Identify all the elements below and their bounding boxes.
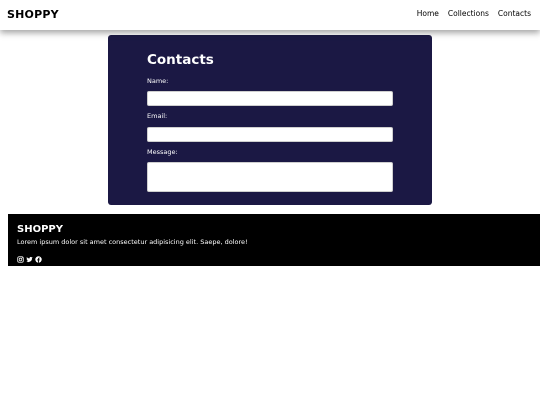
email-input[interactable] (147, 127, 393, 142)
contact-title: Contacts (147, 52, 214, 68)
nav-link-collections[interactable]: Collections (448, 9, 489, 18)
nav-link-home[interactable]: Home (417, 9, 439, 18)
facebook-icon[interactable] (35, 248, 42, 263)
email-label: Email: (147, 112, 168, 120)
message-textarea[interactable] (147, 162, 393, 192)
social-icons (17, 248, 42, 263)
name-input[interactable] (147, 91, 393, 106)
message-label: Message: (147, 148, 178, 156)
footer-brand: SHOPPY (17, 224, 63, 235)
twitter-icon[interactable] (26, 248, 33, 263)
nav-links: Home Collections Contacts (417, 9, 531, 18)
nav-link-contacts[interactable]: Contacts (498, 9, 531, 18)
navbar: SHOPPY Home Collections Contacts (0, 0, 540, 30)
name-label: Name: (147, 77, 169, 85)
contact-form-card: Contacts Name: Email: Message: (108, 35, 432, 205)
instagram-icon[interactable] (17, 248, 24, 263)
footer-text: Lorem ipsum dolor sit amet consectetur a… (17, 238, 248, 246)
footer: SHOPPY Lorem ipsum dolor sit amet consec… (8, 214, 540, 266)
brand-logo[interactable]: SHOPPY (7, 8, 59, 21)
